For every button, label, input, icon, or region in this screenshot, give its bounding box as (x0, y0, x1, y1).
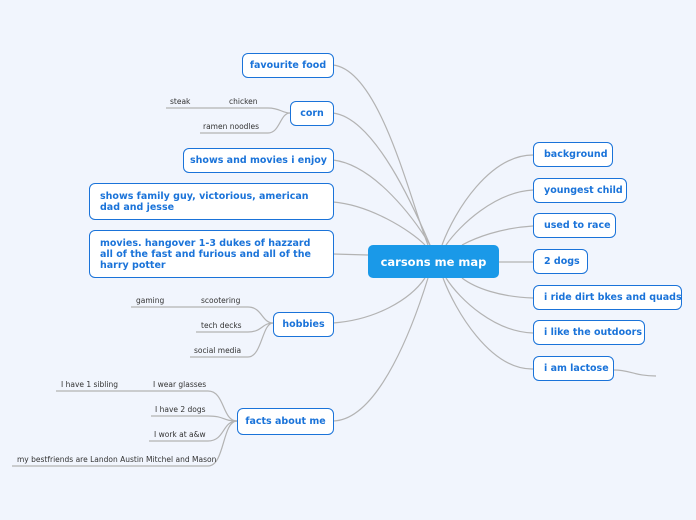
topic-shows[interactable]: shows family guy, victorious, american d… (89, 183, 334, 220)
topic-label: i am lactose (544, 363, 609, 374)
topic-label: corn (300, 108, 324, 119)
topic-shows-and-movies[interactable]: shows and movies i enjoy (183, 148, 334, 173)
topic-lactose[interactable]: i am lactose (533, 356, 614, 381)
leaf-2-dogs[interactable]: I have 2 dogs (155, 405, 206, 414)
leaf-gaming[interactable]: gaming (136, 296, 164, 305)
leaf-social-media[interactable]: social media (194, 346, 241, 355)
leaf-glasses[interactable]: I wear glasses (153, 380, 206, 389)
link-youngest-child (445, 189, 534, 246)
topic-corn[interactable]: corn (290, 101, 334, 126)
topic-hobbies[interactable]: hobbies (273, 312, 334, 337)
topic-label: background (544, 149, 608, 160)
link-steak-chicken (166, 107, 291, 114)
link-lactose-tail (613, 369, 657, 377)
link-corn (332, 112, 431, 246)
leaf-steak[interactable]: steak (170, 97, 190, 106)
topic-movies[interactable]: movies. hangover 1-3 dukes of hazzard al… (89, 230, 334, 278)
topic-outdoors[interactable]: i like the outdoors (533, 320, 645, 345)
leaf-chicken[interactable]: chicken (229, 97, 258, 106)
topic-label: used to race (544, 220, 611, 231)
link-used-to-race (461, 225, 534, 246)
topic-label: shows family guy, victorious, american d… (100, 190, 309, 213)
link-favourite-food (332, 64, 429, 246)
topic-label: movies. hangover 1-3 dukes of hazzard al… (100, 237, 311, 271)
link-outdoors (445, 277, 534, 334)
topic-label: i ride dirt bkes and quads (544, 292, 682, 303)
topic-favourite-food[interactable]: favourite food (242, 53, 334, 78)
topic-label: favourite food (249, 60, 327, 71)
leaf-bestfriends[interactable]: my bestfriends are Landon Austin Mitchel… (17, 455, 216, 464)
link-background (441, 154, 534, 246)
central-topic[interactable]: carsons me map (368, 245, 499, 278)
topic-facts-about-me[interactable]: facts about me (237, 408, 334, 435)
leaf-sibling[interactable]: I have 1 sibling (61, 380, 118, 389)
topic-label: shows and movies i enjoy (190, 155, 327, 166)
leaf-scootering[interactable]: scootering (201, 296, 240, 305)
topic-label: hobbies (282, 319, 325, 330)
link-hobbies (332, 277, 426, 324)
link-2-dogs-leaf (151, 415, 238, 422)
leaf-tech-decks[interactable]: tech decks (201, 321, 242, 330)
link-movies (332, 253, 369, 256)
topic-2-dogs[interactable]: 2 dogs (533, 249, 588, 274)
topic-label: i like the outdoors (544, 327, 642, 338)
link-shows-and-movies (332, 159, 431, 246)
topic-label: youngest child (544, 185, 623, 196)
link-shows (332, 201, 426, 246)
link-facts (332, 277, 429, 422)
topic-dirt-bikes[interactable]: i ride dirt bkes and quads (533, 285, 682, 310)
topic-used-to-race[interactable]: used to race (533, 213, 616, 238)
topic-youngest-child[interactable]: youngest child (533, 178, 627, 203)
central-topic-label: carsons me map (380, 254, 487, 269)
topic-background[interactable]: background (533, 142, 613, 167)
topic-label: 2 dogs (544, 256, 580, 267)
leaf-ramen-noodles[interactable]: ramen noodles (203, 122, 259, 131)
topic-label: facts about me (245, 416, 326, 427)
link-dirt-bikes (461, 277, 534, 299)
leaf-work[interactable]: I work at a&w (154, 430, 206, 439)
